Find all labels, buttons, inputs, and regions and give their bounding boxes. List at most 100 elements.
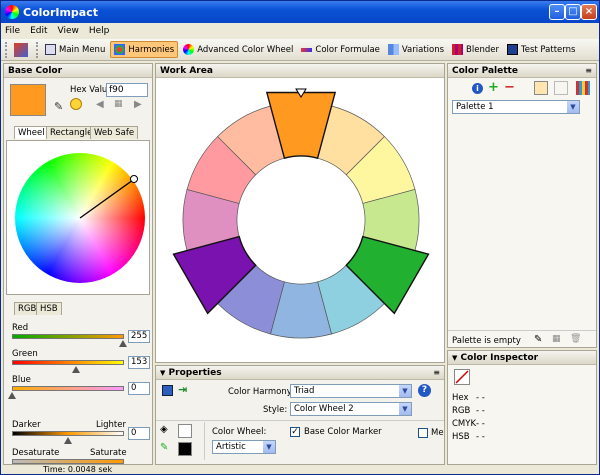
eyedropper-icon[interactable]: ✎ (54, 100, 63, 113)
pen-icon[interactable]: ✎ (160, 442, 168, 453)
help-icon[interactable]: ? (418, 384, 431, 397)
darker-lighter-input[interactable]: 0 (128, 427, 150, 440)
inspector-rgb-label: RGB (452, 406, 471, 416)
properties-divider (156, 420, 444, 421)
color-wheel-value: Artistic (216, 442, 246, 452)
tab-wheel[interactable]: Wheel (14, 126, 49, 139)
blue-slider-thumb[interactable] (8, 392, 16, 399)
variations-icon (387, 44, 399, 55)
palette-copy-icon[interactable]: ▦ (552, 334, 561, 344)
palette-select[interactable]: Palette 1 ▼ (452, 100, 580, 114)
close-button[interactable]: × (581, 4, 597, 20)
menu-view[interactable]: View (58, 26, 79, 36)
toolbar-test-patterns[interactable]: Test Patterns (504, 42, 578, 57)
saturation-slider[interactable] (12, 459, 124, 464)
saturate-label: Saturate (90, 448, 127, 458)
foreground-color-swatch[interactable] (178, 442, 192, 456)
toolbar-color-formulae[interactable]: Color Formulae (298, 43, 383, 57)
palette-select-value: Palette 1 (456, 102, 494, 112)
red-value-input[interactable]: 255 (128, 330, 150, 343)
status-bar: Time: 0.0048 sek (3, 465, 599, 474)
palette-empty-text: Palette is empty (452, 336, 521, 346)
darker-lighter-thumb[interactable] (64, 437, 72, 444)
toolbar-harmonies[interactable]: Harmonies (110, 41, 179, 58)
inspector-cmyk-value: - - (476, 419, 485, 429)
style-select[interactable]: Color Wheel 2 ▼ (290, 402, 412, 416)
menu-help[interactable]: Help (89, 26, 110, 36)
green-value-input[interactable]: 153 (128, 356, 150, 369)
list-view-icon[interactable] (534, 81, 548, 95)
trash-icon[interactable]: 🗑 (570, 334, 581, 344)
color-inspector-panel: ▼ Color Inspector Hex - - RGB - - CMYK -… (447, 350, 597, 465)
toolbar-main-menu[interactable]: Main Menu (42, 42, 108, 57)
formulae-icon (301, 47, 313, 52)
palette-options-icon[interactable]: ≡ (585, 66, 592, 75)
tab-web-safe[interactable]: Web Safe (90, 126, 139, 139)
blue-slider[interactable] (12, 386, 124, 391)
color-harmony-select[interactable]: Triad ▼ (290, 384, 412, 398)
smiley-icon[interactable] (70, 98, 82, 110)
menu-edit[interactable]: Edit (30, 26, 47, 36)
style-chevron-down-icon: ▼ (399, 403, 411, 415)
blue-label: Blue (12, 375, 31, 385)
darker-lighter-slider[interactable] (12, 431, 124, 436)
properties-vdivider (204, 422, 205, 460)
background-color-swatch[interactable] (178, 424, 192, 438)
export-button[interactable] (11, 41, 34, 59)
inspector-collapse-icon[interactable]: ▼ (452, 354, 457, 362)
style-value: Color Wheel 2 (294, 404, 354, 414)
harmony-wheel[interactable] (156, 78, 446, 362)
me-checkbox[interactable] (418, 428, 428, 438)
grid-view-icon[interactable] (576, 81, 590, 95)
paint-bucket-icon[interactable]: ◈ (160, 424, 168, 435)
red-slider-thumb[interactable] (119, 340, 127, 347)
green-slider[interactable] (12, 360, 124, 365)
info-icon[interactable]: i (472, 83, 483, 94)
toolbar-variations[interactable]: Variations (385, 42, 447, 57)
remove-color-icon[interactable]: − (504, 80, 515, 95)
tab-hsb[interactable]: HSB (36, 302, 62, 315)
style-label: Style: (263, 405, 288, 415)
toolbar-advanced-color-wheel-label: Advanced Color Wheel (197, 44, 294, 55)
hex-value-input[interactable]: f90 (106, 83, 148, 97)
properties-header: ▼ Properties (156, 366, 444, 380)
red-slider[interactable] (12, 334, 124, 339)
maximize-button[interactable]: □ (565, 4, 581, 20)
blue-value-input[interactable]: 0 (128, 382, 150, 395)
palette-eyedropper-icon[interactable]: ✎ (534, 334, 542, 345)
base-color-marker-label: Base Color Marker (304, 427, 382, 437)
toolbar-color-formulae-label: Color Formulae (315, 44, 380, 55)
color-harmony-value: Triad (294, 386, 315, 396)
add-color-icon[interactable]: + (488, 80, 499, 95)
tab-rectangle[interactable]: Rectangle (46, 126, 97, 139)
menu-file[interactable]: File (5, 26, 20, 36)
color-wheel-select[interactable]: Artistic ▼ (212, 440, 276, 454)
base-color-swatch[interactable] (10, 84, 46, 116)
inspector-rgb-value: - - (476, 406, 485, 416)
minimize-button[interactable]: – (549, 4, 565, 20)
toolbar-blender[interactable]: Blender (449, 42, 502, 57)
inspector-cmyk-label: CMYK (452, 419, 477, 429)
export-harmony-icon[interactable]: ⇥ (178, 383, 187, 396)
color-inspector-title: Color Inspector (460, 353, 539, 363)
arrow-right-icon[interactable]: ▶ (134, 99, 142, 110)
wheel-tab-content (6, 140, 150, 295)
copy-icon[interactable]: ▦ (114, 99, 123, 109)
base-color-marker-checkbox[interactable]: ✓ (290, 427, 300, 437)
save-icon[interactable] (162, 385, 173, 396)
properties-title: Properties (168, 368, 222, 378)
toolbar-advanced-color-wheel[interactable]: Advanced Color Wheel (180, 42, 296, 57)
toolbar-grip[interactable] (5, 41, 8, 58)
window-title: ColorImpact (23, 5, 99, 19)
chevron-down-icon: ▼ (567, 101, 579, 113)
collapse-icon[interactable]: ▼ (160, 369, 165, 377)
me-label: Me (431, 428, 444, 438)
toolbar-grip-2[interactable] (36, 41, 39, 58)
detail-view-icon[interactable] (554, 81, 568, 95)
toolbar-harmonies-label: Harmonies (128, 44, 175, 55)
toolbar-blender-label: Blender (466, 44, 499, 55)
properties-options-icon[interactable]: ≡ (433, 368, 440, 377)
green-slider-thumb[interactable] (72, 366, 80, 373)
arrow-left-icon[interactable]: ◀ (96, 99, 104, 110)
color-palette-title: Color Palette (448, 64, 596, 78)
